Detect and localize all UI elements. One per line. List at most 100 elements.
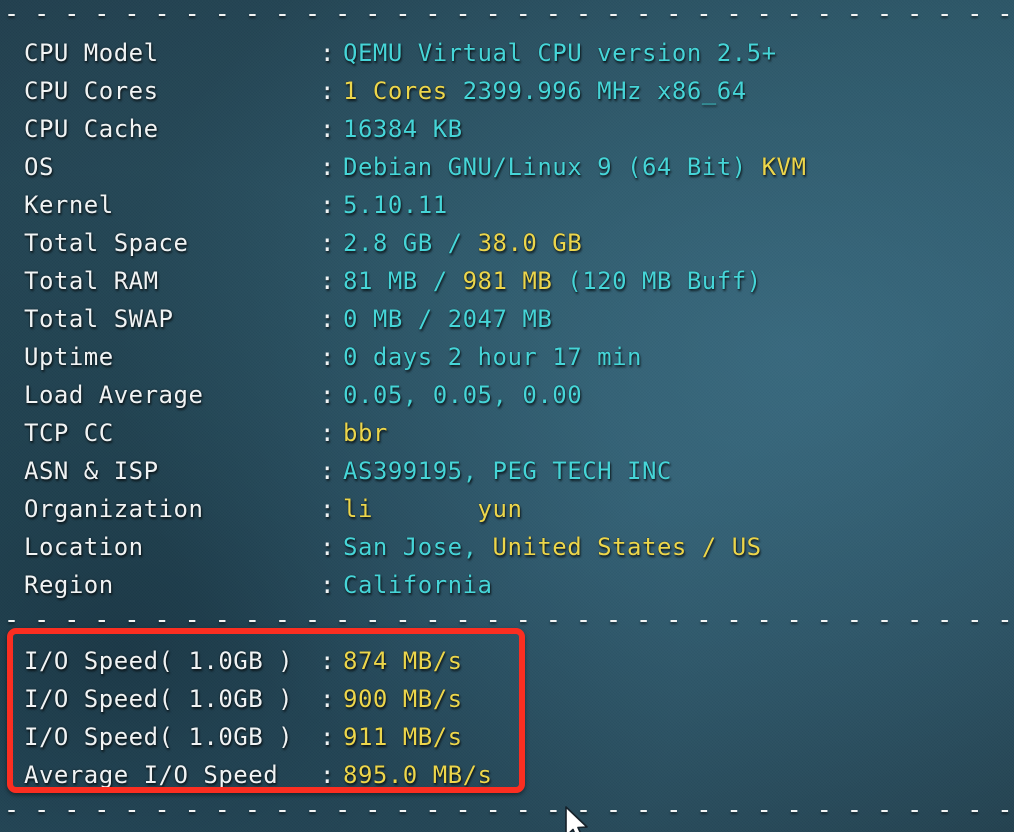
divider-top-dashes: - - - - - - - - - - - - - - - - - - - - … xyxy=(4,4,1014,24)
info-value-segment: 0 days 2 hour 17 min xyxy=(343,343,642,371)
info-row: OS: Debian GNU/Linux 9 (64 Bit) KVM xyxy=(0,148,1014,186)
info-row-value: 0 days 2 hour 17 min xyxy=(343,343,642,371)
info-row-value: bbr xyxy=(343,419,388,447)
info-value-segment: (120 MB Buff) xyxy=(552,267,762,295)
info-row-colon: : xyxy=(320,229,335,257)
info-value-segment: 895.0 MB/s xyxy=(343,761,493,789)
info-row: CPU Cache:16384 KB xyxy=(0,110,1014,148)
info-value-segment: California xyxy=(343,571,493,599)
info-row-label: Location xyxy=(24,533,144,561)
info-row-colon: : xyxy=(320,457,335,485)
info-row: CPU Model: QEMU Virtual CPU version 2.5+ xyxy=(0,34,1014,72)
info-value-segment: 874 MB/s xyxy=(343,647,463,675)
info-value-segment: 900 MB/s xyxy=(343,685,463,713)
info-value-segment: 0 MB / 2047 MB xyxy=(343,305,553,333)
info-row-colon: : xyxy=(320,571,335,599)
info-row: Average I/O Speed:895.0 MB/s xyxy=(0,756,1014,794)
info-value-segment: 911 MB/s xyxy=(343,723,463,751)
info-row-label: CPU Cache xyxy=(24,115,159,143)
info-row-colon: : xyxy=(320,761,335,789)
info-row-value: AS399195, PEG TECH INC xyxy=(343,457,672,485)
info-row: Region: California xyxy=(0,566,1014,604)
info-value-segment: / xyxy=(432,267,463,295)
info-row-value: 895.0 MB/s xyxy=(343,761,493,789)
divider-bottom: - - - - - - - - - - - - - - - - - - - - … xyxy=(0,800,1014,820)
info-row-colon: : xyxy=(320,267,335,295)
info-row-colon: : xyxy=(320,153,335,181)
info-row-label: CPU Cores xyxy=(24,77,159,105)
divider-bottom-dashes: - - - - - - - - - - - - - - - - - - - - … xyxy=(4,800,1014,820)
info-row-label: Organization xyxy=(24,495,204,523)
info-row-label: Average I/O Speed xyxy=(24,761,279,789)
info-row-label: Load Average xyxy=(24,381,204,409)
info-value-segment: 2399.996 MHz x86_64 xyxy=(447,77,747,105)
info-row-colon: : xyxy=(320,533,335,561)
info-value-segment: / xyxy=(447,229,478,257)
info-value-segment: 1 Cores xyxy=(343,77,448,105)
info-row-value: Debian GNU/Linux 9 (64 Bit) KVM xyxy=(343,153,806,181)
info-row-value: 5.10.11 xyxy=(343,191,448,219)
info-value-segment: 16384 KB xyxy=(343,115,463,143)
info-row-label: Total Space xyxy=(24,229,189,257)
info-row-label: Total SWAP xyxy=(24,305,174,333)
info-row-colon: : xyxy=(320,723,335,751)
info-row-value: 1 Cores 2399.996 MHz x86_64 xyxy=(343,77,747,105)
info-row: Uptime:0 days 2 hour 17 min xyxy=(0,338,1014,376)
info-row: Total Space:2.8 GB / 38.0 GB xyxy=(0,224,1014,262)
info-row-label: I/O Speed( 1.0GB ) xyxy=(24,723,294,751)
info-value-segment: 0.05, 0.05, 0.00 xyxy=(343,381,583,409)
info-row-label: Uptime xyxy=(24,343,114,371)
info-row-value: 0.05, 0.05, 0.00 xyxy=(343,381,582,409)
info-value-segment: 5.10.11 xyxy=(343,191,448,219)
info-row: Kernel:5.10.11 xyxy=(0,186,1014,224)
info-value-segment: AS399195, PEG TECH INC xyxy=(343,457,672,485)
info-value-segment: 81 MB xyxy=(343,267,433,295)
info-row-colon: : xyxy=(320,647,335,675)
info-row-value: 2.8 GB / 38.0 GB xyxy=(343,229,582,257)
info-row: Location: San Jose, United States / US xyxy=(0,528,1014,566)
info-row-label: Total RAM xyxy=(24,267,159,295)
info-row: Load Average:0.05, 0.05, 0.00 xyxy=(0,376,1014,414)
info-row-label: OS xyxy=(24,153,54,181)
terminal-output: - - - - - - - - - - - - - - - - - - - - … xyxy=(0,0,1014,832)
info-row-label: TCP CC xyxy=(24,419,114,447)
info-row-label: Region xyxy=(24,571,114,599)
info-row: I/O Speed( 1.0GB ):911 MB/s xyxy=(0,718,1014,756)
info-row-value: 900 MB/s xyxy=(343,685,463,713)
info-row-colon: : xyxy=(320,495,335,523)
info-value-segment: KVM xyxy=(761,153,807,181)
info-row-label: I/O Speed( 1.0GB ) xyxy=(24,647,294,675)
info-row-colon: : xyxy=(320,343,335,371)
info-row-label: I/O Speed( 1.0GB ) xyxy=(24,685,294,713)
info-row-value: 81 MB / 981 MB (120 MB Buff) xyxy=(343,267,762,295)
info-row-label: Kernel xyxy=(24,191,114,219)
info-value-segment: 38.0 GB xyxy=(477,229,583,257)
info-row-value: QEMU Virtual CPU version 2.5+ xyxy=(343,39,777,67)
info-row: TCP CC: bbr xyxy=(0,414,1014,452)
info-row-colon: : xyxy=(320,685,335,713)
info-value-segment: li yun xyxy=(343,495,523,523)
info-row: ASN & ISP: AS399195, PEG TECH INC xyxy=(0,452,1014,490)
info-row-colon: : xyxy=(320,419,335,447)
info-row-colon: : xyxy=(320,305,335,333)
info-value-segment: United States / US xyxy=(492,533,762,561)
info-row-value: California xyxy=(343,571,493,599)
info-row-colon: : xyxy=(320,381,335,409)
info-value-segment: San Jose, xyxy=(343,533,493,561)
terminal-screen: - - - - - - - - - - - - - - - - - - - - … xyxy=(0,0,1014,832)
info-row-value: 0 MB / 2047 MB xyxy=(343,305,552,333)
info-row-value: 874 MB/s xyxy=(343,647,463,675)
info-row-value: San Jose, United States / US xyxy=(343,533,762,561)
divider-middle: - - - - - - - - - - - - - - - - - - - - … xyxy=(0,610,1014,630)
info-row: CPU Cores:1 Cores 2399.996 MHz x86_64 xyxy=(0,72,1014,110)
info-row: I/O Speed( 1.0GB ):874 MB/s xyxy=(0,642,1014,680)
info-row-colon: : xyxy=(320,77,335,105)
info-row-colon: : xyxy=(320,39,335,67)
info-value-segment: Debian GNU/Linux 9 (64 Bit) xyxy=(343,153,762,181)
info-row: Total RAM:81 MB / 981 MB (120 MB Buff) xyxy=(0,262,1014,300)
info-row: I/O Speed( 1.0GB ):900 MB/s xyxy=(0,680,1014,718)
divider-middle-dashes: - - - - - - - - - - - - - - - - - - - - … xyxy=(4,610,1014,630)
info-row-label: CPU Model xyxy=(24,39,159,67)
info-value-segment: 2.8 GB xyxy=(343,229,448,257)
info-row-value: 16384 KB xyxy=(343,115,463,143)
